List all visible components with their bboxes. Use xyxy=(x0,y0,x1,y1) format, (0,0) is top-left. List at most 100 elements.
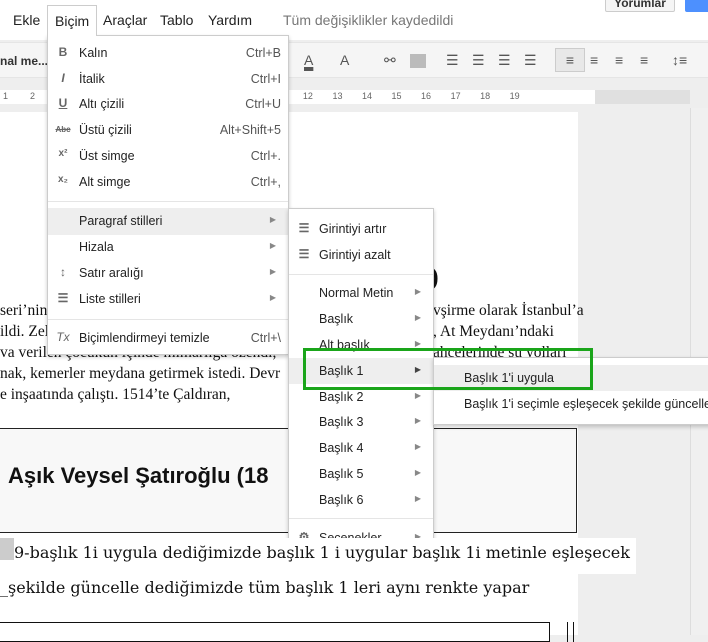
ruler-tick: 2 xyxy=(30,91,36,101)
increase-indent-icon[interactable]: ☰ xyxy=(524,52,537,69)
annotation-marker xyxy=(0,538,14,560)
image-icon[interactable] xyxy=(410,54,426,68)
submenu-arrow-icon: ▶ xyxy=(414,287,421,296)
doc-line: seri’nin xyxy=(0,302,48,319)
justify-icon[interactable]: ≡ xyxy=(640,52,648,68)
label: Başlık xyxy=(319,312,354,326)
doc-line: vşirme olarak İstanbul’a xyxy=(433,302,584,319)
save-status: Tüm değişiklikler kaydedildi xyxy=(283,12,454,28)
doc-line: ildi. Zel xyxy=(0,323,50,340)
menu-item-superscript[interactable]: x² Üst simge Ctrl+. xyxy=(48,143,288,169)
highlight-color-button[interactable]: A xyxy=(340,52,349,68)
menu-item-subscript[interactable]: x₂ Alt simge Ctrl+, xyxy=(48,169,288,195)
submenu-arrow-icon: ▶ xyxy=(269,267,276,276)
share-button[interactable] xyxy=(685,0,708,12)
line-spacing-icon[interactable]: ↕≡ xyxy=(672,52,687,68)
ruler-tick: 13 xyxy=(332,91,343,101)
text-color-button[interactable]: A xyxy=(304,52,313,68)
menu-araclar[interactable]: Araçlar xyxy=(103,12,147,28)
line-spacing-icon: ↕ xyxy=(60,265,66,279)
clear-formatting-icon: Tx xyxy=(56,330,70,344)
shortcut: Ctrl+\ xyxy=(250,331,281,345)
menu-yardim[interactable]: Yardım xyxy=(208,12,252,28)
ruler-tick: 15 xyxy=(391,91,402,101)
menu-item-heading-3[interactable]: Başlık 3 ▶ xyxy=(289,409,433,435)
shortcut: Alt+Shift+5 xyxy=(219,123,281,137)
ruler-margin xyxy=(595,90,690,104)
label: Başlık 3 xyxy=(319,415,364,429)
menu-item-heading-5[interactable]: Başlık 5 ▶ xyxy=(289,461,433,487)
menu-item-line-spacing[interactable]: ↕ Satır aralığı ▶ xyxy=(48,260,288,286)
label: Başlık 4 xyxy=(319,441,364,455)
shortcut: Ctrl+, xyxy=(250,175,281,189)
menu-item-paragraph-styles[interactable]: Paragraf stilleri ▶ xyxy=(48,208,288,235)
numbered-list-icon[interactable]: ☰ xyxy=(446,52,459,69)
menu-tablo[interactable]: Tablo xyxy=(160,12,193,28)
label: Kalın xyxy=(79,46,108,60)
indent-increase-icon: ☰ xyxy=(298,221,310,235)
submenu-arrow-icon: ▶ xyxy=(414,468,421,477)
doc-line: , At Meydanı’ndaki xyxy=(433,323,554,340)
table-border xyxy=(567,622,574,642)
menu-item-update-heading-1[interactable]: Başlık 1'i seçimle eşleşecek şekilde gün… xyxy=(434,391,708,417)
strikethrough-icon: Abc xyxy=(55,125,71,134)
menu-item-heading-4[interactable]: Başlık 4 ▶ xyxy=(289,435,433,461)
menu-item-strikethrough[interactable]: Abc Üstü çizili Alt+Shift+5 xyxy=(48,117,288,143)
shortcut: Ctrl+I xyxy=(250,72,281,86)
indent-decrease-icon: ☰ xyxy=(298,247,310,261)
menu-ekle[interactable]: Ekle xyxy=(13,12,40,28)
label: Başlık 2 xyxy=(319,390,364,404)
format-menu: B Kalın Ctrl+B I İtalik Ctrl+I U Altı çizili C… xyxy=(47,35,289,355)
align-left-icon[interactable]: ≡ xyxy=(555,48,585,72)
label: Satır aralığı xyxy=(79,266,144,280)
label: Üst simge xyxy=(79,149,135,163)
submenu-arrow-icon: ▶ xyxy=(269,293,276,302)
label: İtalik xyxy=(79,72,105,86)
align-center-icon[interactable]: ≡ xyxy=(590,52,598,68)
menu-item-clear-formatting[interactable]: Tx Biçimlendirmeyi temizle Ctrl+\ xyxy=(48,325,288,351)
bold-icon: B xyxy=(58,45,68,59)
menu-item-title[interactable]: Başlık ▶ xyxy=(289,306,433,332)
menu-bar: Ekle Araçlar Tablo Yardım Tüm değişiklik… xyxy=(0,0,708,40)
ruler-tick: 12 xyxy=(302,91,313,101)
menu-item-list-styles[interactable]: ☰ Liste stilleri ▶ xyxy=(48,286,288,312)
label: Biçimlendirmeyi temizle xyxy=(79,331,210,345)
ruler-tick: 17 xyxy=(450,91,461,101)
subscript-icon: x₂ xyxy=(57,174,68,185)
style-select[interactable]: nal me... xyxy=(0,54,48,68)
doc-heading: Aşık Veysel Şatıroğlu (18 xyxy=(8,463,269,488)
table-box xyxy=(0,622,550,642)
bulleted-list-icon[interactable]: ☰ xyxy=(472,52,485,69)
menu-item-italic[interactable]: I İtalik Ctrl+I xyxy=(48,66,288,92)
submenu-arrow-icon: ▶ xyxy=(414,442,421,451)
label: Girintiyi azalt xyxy=(319,248,391,262)
menu-item-heading-6[interactable]: Başlık 6 ▶ xyxy=(289,487,433,513)
label: Başlık 6 xyxy=(319,493,364,507)
menu-item-bold[interactable]: B Kalın Ctrl+B xyxy=(48,40,288,66)
menu-item-underline[interactable]: U Altı çizili Ctrl+U xyxy=(48,91,288,117)
list-icon: ☰ xyxy=(57,291,69,305)
menu-bicim[interactable]: Biçim xyxy=(47,5,97,36)
label: Paragraf stilleri xyxy=(79,214,163,228)
decrease-indent-icon[interactable]: ☰ xyxy=(498,52,511,69)
ruler-tick: 19 xyxy=(509,91,520,101)
label: Alt simge xyxy=(79,175,131,189)
separator xyxy=(48,201,288,202)
shortcut: Ctrl+B xyxy=(245,46,281,60)
separator xyxy=(289,518,433,519)
menu-item-indent-increase[interactable]: ☰ Girintiyi artır xyxy=(289,216,433,242)
align-right-icon[interactable]: ≡ xyxy=(615,52,623,68)
annotation-highlight-box xyxy=(303,348,593,390)
menu-item-indent-decrease[interactable]: ☰ Girintiyi azalt xyxy=(289,242,433,268)
menu-item-normal-text[interactable]: Normal Metin ▶ xyxy=(289,280,433,306)
comments-button[interactable]: Yorumlar xyxy=(605,0,675,12)
ruler-tick: 14 xyxy=(361,91,372,101)
label: Normal Metin xyxy=(319,286,394,300)
label: Başlık 5 xyxy=(319,467,364,481)
link-icon[interactable]: ⚯ xyxy=(384,52,396,69)
label: Girintiyi artır xyxy=(319,222,387,236)
separator xyxy=(48,319,288,320)
submenu-arrow-icon: ▶ xyxy=(414,339,421,348)
menu-item-align[interactable]: Hizala ▶ xyxy=(48,234,288,260)
submenu-arrow-icon: ▶ xyxy=(414,416,421,425)
